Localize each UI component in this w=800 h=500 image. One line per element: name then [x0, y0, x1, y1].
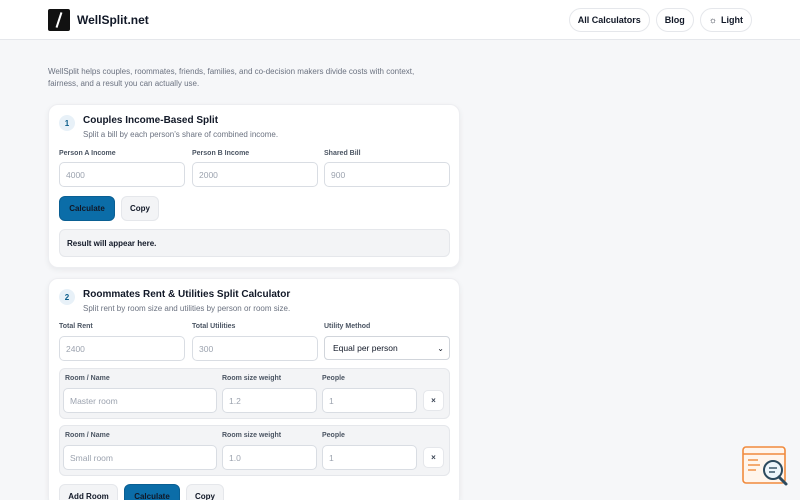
theme-toggle-label: Light [721, 15, 743, 25]
nav-blog[interactable]: Blog [655, 8, 694, 32]
card-title: Roommates Rent & Utilities Split Calcula… [83, 289, 291, 300]
card-title: Couples Income-Based Split [83, 115, 219, 126]
copy-button[interactable]: Copy [186, 484, 224, 500]
room-people-input[interactable]: 1 [322, 388, 417, 413]
remove-room-button[interactable]: × [423, 390, 444, 411]
utility-method-select[interactable]: Equal per person ⌄ [324, 336, 450, 360]
top-nav: All Calculators Blog ☼ Light [568, 8, 752, 32]
person-a-income-label: Person A Income [59, 150, 116, 157]
calculate-button[interactable]: Calculate [124, 484, 180, 500]
step-number: 1 [59, 115, 75, 131]
room-row: Room / Name Room size weight People Mast… [59, 368, 450, 419]
add-room-button[interactable]: Add Room [59, 484, 118, 500]
total-rent-input[interactable] [59, 336, 185, 361]
step-number: 2 [59, 289, 75, 305]
person-b-income-label: Person B Income [192, 150, 250, 157]
room-weight-input[interactable]: 1.2 [222, 388, 317, 413]
result-box: Result will appear here. [59, 229, 450, 257]
chevron-down-icon: ⌄ [437, 344, 444, 353]
person-a-income-input[interactable] [59, 162, 185, 187]
room-name-label: Room / Name [65, 432, 110, 439]
room-name-label: Room / Name [65, 375, 110, 382]
roommates-split-card: 2 Roommates Rent & Utilities Split Calcu… [48, 278, 460, 500]
room-people-label: People [322, 432, 345, 439]
room-people-input[interactable]: 1 [322, 445, 417, 470]
sun-icon: ☼ [708, 15, 717, 25]
room-weight-label: Room size weight [222, 432, 282, 439]
room-name-input[interactable]: Master room [63, 388, 217, 413]
room-people-label: People [322, 375, 345, 382]
brand-name: WellSplit.net [77, 13, 149, 27]
room-row: Room / Name Room size weight People Smal… [59, 425, 450, 476]
shared-bill-input[interactable] [324, 162, 450, 187]
total-rent-label: Total Rent [59, 323, 93, 330]
calculate-button[interactable]: Calculate [59, 196, 115, 221]
total-utilities-label: Total Utilities [192, 323, 236, 330]
logo-slash-icon [48, 9, 70, 31]
remove-room-button[interactable]: × [423, 447, 444, 468]
card-description: Split rent by room size and utilities by… [83, 304, 291, 313]
room-weight-input[interactable]: 1.0 [222, 445, 317, 470]
total-utilities-input[interactable] [192, 336, 318, 361]
room-weight-label: Room size weight [222, 375, 282, 382]
intro-text: WellSplit helps couples, roommates, frie… [48, 67, 415, 88]
theme-toggle-button[interactable]: ☼ Light [699, 8, 752, 32]
copy-button[interactable]: Copy [121, 196, 159, 221]
brand-logo[interactable]: WellSplit.net [48, 9, 149, 31]
shared-bill-label: Shared Bill [324, 150, 361, 157]
couples-split-card: 1 Couples Income-Based Split Split a bil… [48, 104, 460, 268]
utility-method-label: Utility Method [324, 323, 371, 330]
browser-search-icon [742, 446, 788, 486]
top-bar: WellSplit.net All Calculators Blog ☼ Lig… [0, 0, 800, 40]
utility-method-value: Equal per person [333, 343, 398, 353]
person-b-income-input[interactable] [192, 162, 318, 187]
nav-all-calculators[interactable]: All Calculators [568, 8, 650, 32]
room-name-input[interactable]: Small room [63, 445, 217, 470]
card-description: Split a bill by each person’s share of c… [83, 130, 279, 139]
floating-assistant-widget[interactable] [742, 446, 790, 488]
